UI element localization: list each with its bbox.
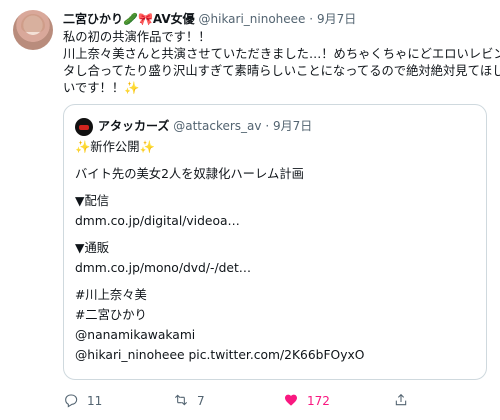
like-button[interactable]: 172 <box>283 392 330 410</box>
like-count: 172 <box>307 394 330 408</box>
sparkle-emoji: ✨ <box>124 81 140 95</box>
retweet-icon <box>173 392 189 411</box>
quoted-gap <box>75 184 475 191</box>
share-button[interactable] <box>393 392 409 410</box>
heart-icon <box>283 392 299 411</box>
tweet[interactable]: 二宮ひかり🥒🎀AV女優 @hikari_ninoheee · 9月7日 私の初の… <box>0 0 500 420</box>
avatar[interactable] <box>13 10 53 50</box>
quoted-header: アタッカーズ @attackers_av · 9月7日 <box>98 117 312 135</box>
quoted-line: バイト先の美女2人を奴隷化ハーレム計画 <box>75 167 304 181</box>
quoted-date[interactable]: 9月7日 <box>273 119 312 133</box>
retweet-button[interactable]: 7 <box>173 392 205 410</box>
quoted-line: ▼配信 <box>75 194 110 208</box>
quoted-mention[interactable]: @nanamikawakami <box>75 325 475 345</box>
quoted-author-name[interactable]: アタッカーズ <box>98 119 169 133</box>
quoted-line: ✨新作公開✨ <box>75 140 155 154</box>
quoted-gap <box>75 157 475 164</box>
quoted-avatar[interactable] <box>75 118 93 136</box>
quoted-line: ▼通販 <box>75 241 110 255</box>
author-tag[interactable]: AV女優 <box>153 12 195 26</box>
quoted-text: ✨新作公開✨ バイト先の美女2人を奴隷化ハーレム計画 ▼配信 dmm.co.jp… <box>75 137 475 365</box>
tweet-header: 二宮ひかり🥒🎀AV女優 @hikari_ninoheee · 9月7日 <box>63 10 356 28</box>
badge-emojis: 🥒🎀 <box>123 12 153 26</box>
quoted-gap <box>75 231 475 238</box>
quoted-author-handle[interactable]: @attackers_av <box>173 119 261 133</box>
tweet-text-end: いです！！ <box>63 81 125 95</box>
separator-dot: · <box>309 12 314 26</box>
tweet-text-line: 私の初の共演作品です！！ <box>63 30 211 44</box>
tweet-text-line: タし合ってたり盛り沢山すぎて素晴らしいことになってるので絶対絶対見てほし <box>63 64 500 78</box>
tweet-text-line: いです！！✨ <box>63 80 483 97</box>
share-icon <box>393 392 409 411</box>
author-name[interactable]: 二宮ひかり <box>63 12 123 26</box>
retweet-count: 7 <box>197 394 205 408</box>
tweet-text-line: 川上奈々美さんと共演させていただきました…！めちゃくちゃにどエロいレビン <box>63 47 500 61</box>
quoted-hashtag[interactable]: #二宮ひかり <box>75 305 475 325</box>
quoted-link[interactable]: dmm.co.jp/digital/videoa… <box>75 211 475 231</box>
tweet-text: 私の初の共演作品です！！ 川上奈々美さんと共演させていただきました…！めちゃくち… <box>63 29 500 97</box>
quoted-hashtag[interactable]: #川上奈々美 <box>75 285 475 305</box>
quoted-mention-link[interactable]: @hikari_ninoheee pic.twitter.com/2K66bFO… <box>75 345 475 365</box>
quoted-gap <box>75 278 475 285</box>
reply-icon <box>63 392 79 411</box>
tweet-actions: 11 7 172 <box>63 392 463 410</box>
quoted-link[interactable]: dmm.co.jp/mono/dvd/-/det… <box>75 258 475 278</box>
quoted-tweet[interactable]: アタッカーズ @attackers_av · 9月7日 ✨新作公開✨ バイト先の… <box>63 104 487 380</box>
reply-count: 11 <box>87 394 103 408</box>
separator-dot: · <box>265 119 270 133</box>
tweet-date[interactable]: 9月7日 <box>317 12 356 26</box>
author-handle[interactable]: @hikari_ninoheee <box>199 12 306 26</box>
reply-button[interactable]: 11 <box>63 392 102 410</box>
